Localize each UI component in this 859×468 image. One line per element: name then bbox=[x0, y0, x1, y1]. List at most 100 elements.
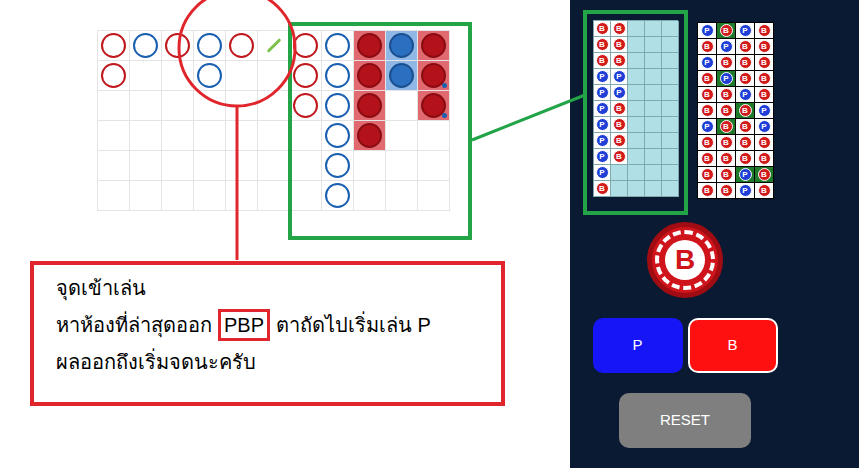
result-row: BBBP bbox=[698, 103, 774, 119]
result-badge: B bbox=[613, 54, 626, 67]
score-cell bbox=[386, 151, 418, 181]
chip-center: B bbox=[665, 240, 705, 280]
result-badge: B bbox=[720, 120, 733, 133]
score-cell bbox=[98, 31, 130, 61]
result-row: BBBB bbox=[698, 135, 774, 151]
score-cell bbox=[162, 121, 194, 151]
bead-cell: P bbox=[594, 85, 611, 101]
bead-cell bbox=[628, 85, 645, 101]
result-cell: P bbox=[736, 87, 755, 103]
score-circle bbox=[357, 33, 382, 58]
result-badge: B bbox=[596, 182, 609, 195]
bead-cell bbox=[662, 21, 679, 37]
bead-cell bbox=[662, 133, 679, 149]
score-cell bbox=[258, 31, 290, 61]
score-circle bbox=[325, 93, 350, 118]
score-cell bbox=[162, 31, 194, 61]
bead-cell bbox=[611, 165, 628, 181]
score-cell bbox=[162, 91, 194, 121]
bead-cell bbox=[628, 149, 645, 165]
result-cell: B bbox=[698, 103, 717, 119]
bead-cell bbox=[645, 165, 662, 181]
score-cell bbox=[322, 121, 354, 151]
road-column bbox=[162, 31, 194, 211]
result-badge: P bbox=[596, 70, 609, 83]
score-cell bbox=[258, 181, 290, 211]
score-cell bbox=[290, 91, 322, 121]
bead-cell bbox=[628, 101, 645, 117]
result-cell: B bbox=[755, 151, 774, 167]
bead-cell bbox=[662, 181, 679, 197]
result-cell: P bbox=[698, 55, 717, 71]
bet-button[interactable]: B bbox=[688, 318, 778, 373]
instruction-text: หาห้องที่ล่าสุดออก bbox=[56, 312, 212, 338]
score-cell bbox=[386, 121, 418, 151]
result-badge: B bbox=[720, 56, 733, 69]
result-badge: B bbox=[739, 104, 752, 117]
bead-cell bbox=[662, 117, 679, 133]
road-column bbox=[130, 31, 162, 211]
result-badge: B bbox=[758, 40, 771, 53]
bead-column bbox=[645, 21, 662, 197]
result-badge: B bbox=[720, 136, 733, 149]
score-circle bbox=[197, 63, 222, 88]
road-column bbox=[354, 31, 386, 211]
result-cell: P bbox=[698, 119, 717, 135]
result-cell: P bbox=[717, 39, 736, 55]
score-cell bbox=[322, 181, 354, 211]
result-cell: B bbox=[717, 103, 736, 119]
score-cell bbox=[290, 151, 322, 181]
result-cell: P bbox=[736, 183, 755, 199]
grids-row: BBBPPPPPPPBBBBPPBBBBPBPBBPBBPBBBBPBBBBPB… bbox=[583, 10, 859, 215]
score-circle bbox=[389, 63, 414, 88]
bead-cell: B bbox=[611, 149, 628, 165]
score-cell bbox=[194, 181, 226, 211]
result-cell: B bbox=[755, 71, 774, 87]
chip-ring: B bbox=[655, 230, 715, 290]
score-circle bbox=[389, 33, 414, 58]
score-cell bbox=[290, 61, 322, 91]
result-cell: P bbox=[755, 119, 774, 135]
bead-cell: B bbox=[611, 101, 628, 117]
result-row: PBPB bbox=[698, 23, 774, 39]
road-column bbox=[194, 31, 226, 211]
score-cell bbox=[258, 121, 290, 151]
bet-button[interactable]: P bbox=[593, 318, 683, 373]
bead-cell bbox=[628, 165, 645, 181]
road-column bbox=[258, 31, 290, 211]
road-column bbox=[418, 31, 450, 211]
score-cell bbox=[162, 61, 194, 91]
bead-cell bbox=[662, 69, 679, 85]
pair-dot bbox=[442, 83, 447, 88]
result-badge: P bbox=[720, 40, 733, 53]
result-badge: B bbox=[613, 150, 626, 163]
bead-cell: B bbox=[594, 53, 611, 69]
bead-cell: P bbox=[611, 69, 628, 85]
score-cell bbox=[418, 31, 450, 61]
score-cell bbox=[194, 151, 226, 181]
result-cell: B bbox=[736, 71, 755, 87]
result-cell: P bbox=[736, 167, 755, 183]
screen: จุดเข้าเล่นหาห้องที่ล่าสุดออกPBPตาถัดไปเ… bbox=[0, 0, 859, 468]
score-cell bbox=[322, 91, 354, 121]
bead-cell bbox=[628, 21, 645, 37]
result-badge: P bbox=[613, 70, 626, 83]
score-cell bbox=[418, 181, 450, 211]
result-badge: B bbox=[739, 120, 752, 133]
bead-grid: BBBPPPPPPPBBBBPPBBBB bbox=[593, 20, 678, 197]
score-cell bbox=[130, 31, 162, 61]
reset-button[interactable]: RESET bbox=[619, 393, 751, 448]
bead-cell bbox=[611, 181, 628, 197]
score-cell bbox=[386, 31, 418, 61]
chip[interactable]: B bbox=[647, 222, 723, 298]
result-cell: B bbox=[698, 151, 717, 167]
bead-cell: B bbox=[594, 37, 611, 53]
result-badge: P bbox=[596, 166, 609, 179]
bead-cell: P bbox=[594, 165, 611, 181]
bead-cell bbox=[628, 37, 645, 53]
score-cell bbox=[290, 121, 322, 151]
score-cell bbox=[194, 121, 226, 151]
result-cell: B bbox=[736, 119, 755, 135]
score-cell bbox=[130, 61, 162, 91]
result-badge: P bbox=[739, 168, 752, 181]
